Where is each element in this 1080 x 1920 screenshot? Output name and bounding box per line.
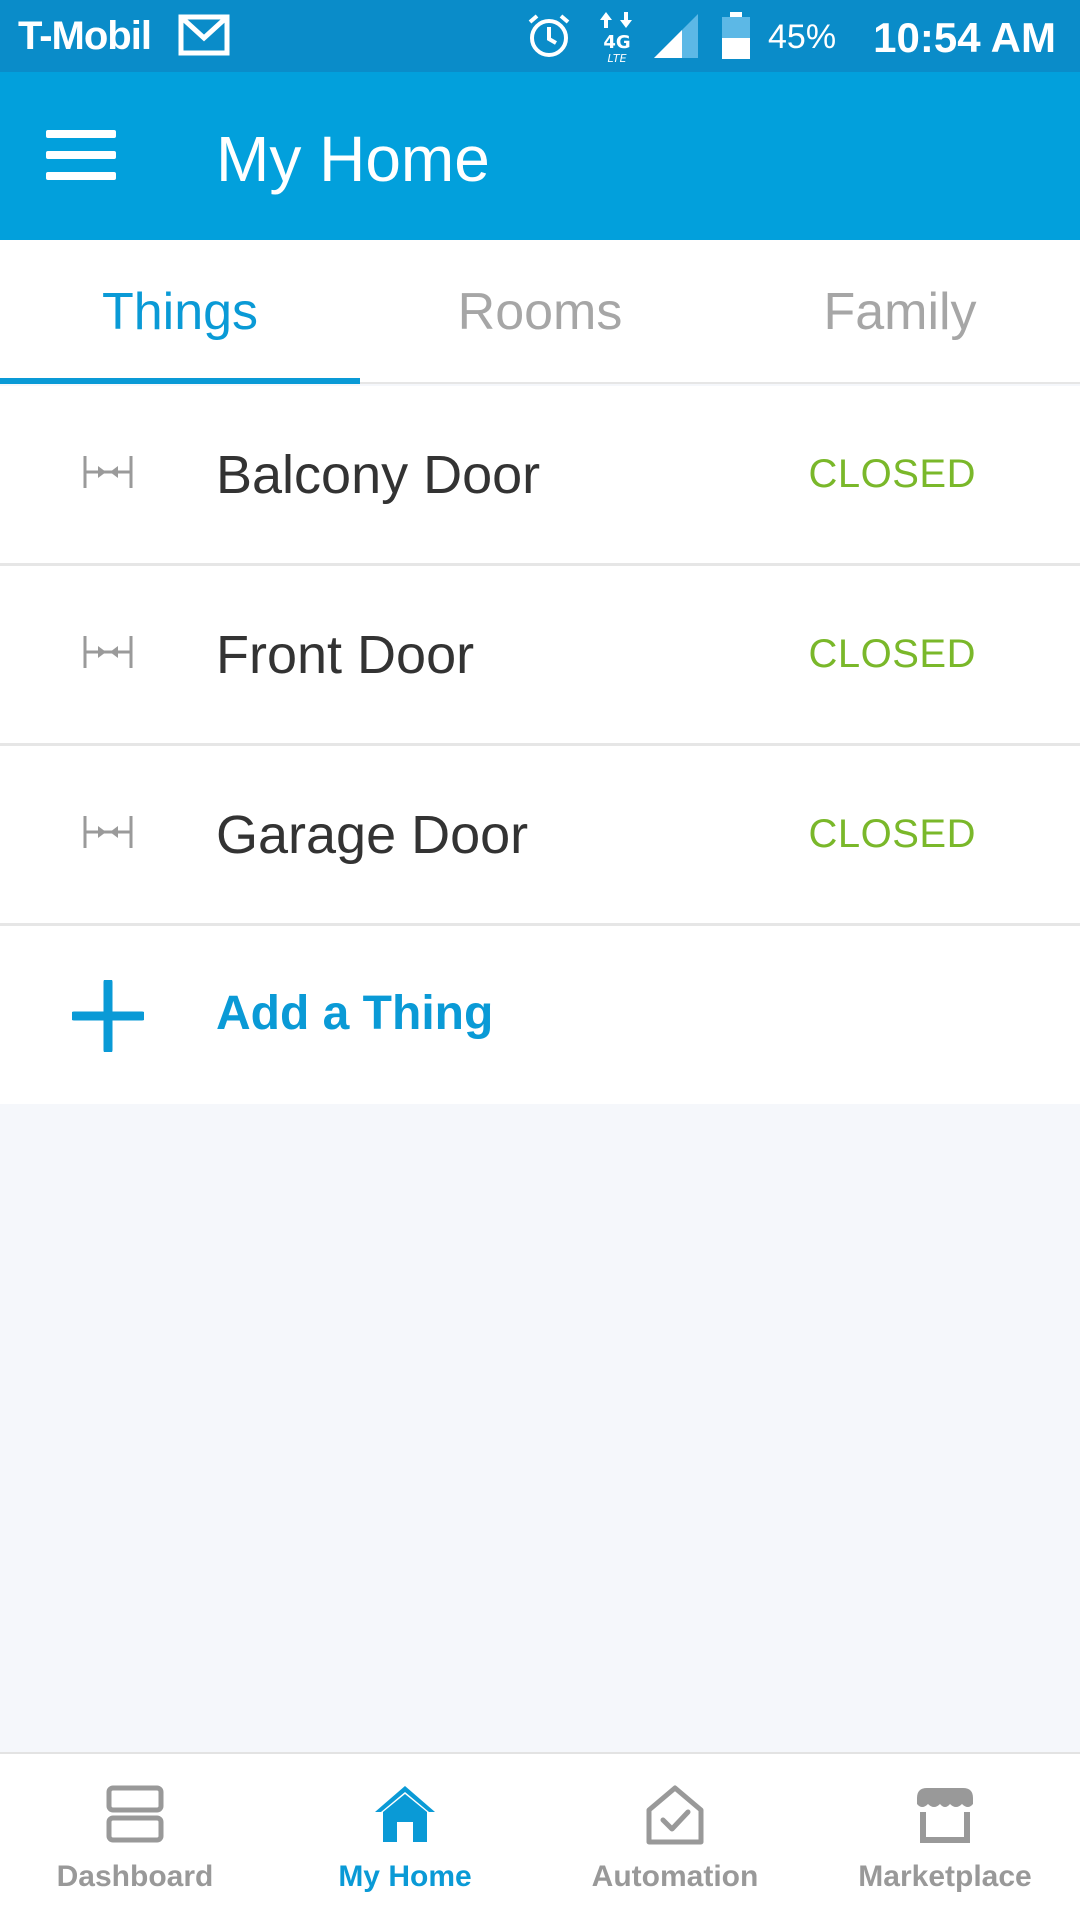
thing-status: CLOSED (808, 632, 976, 676)
things-list: Balcony Door CLOSED Front Door CLOSED Ga… (0, 386, 1080, 1104)
tab-bar: Things Rooms Family (0, 240, 1080, 384)
nav-label: Dashboard (56, 1860, 214, 1893)
automation-icon (646, 1785, 704, 1845)
nav-my-home[interactable]: My Home (270, 1754, 540, 1920)
clock: 10:54 AM (873, 14, 1056, 61)
door-sensor-icon (83, 456, 133, 488)
add-thing-label: Add a Thing (216, 987, 494, 1040)
thing-status: CLOSED (808, 812, 976, 856)
thing-name: Garage Door (216, 805, 529, 865)
nav-label: My Home (338, 1860, 472, 1893)
plus-icon (72, 980, 144, 1052)
list-item-front-door[interactable]: Front Door CLOSED (0, 566, 1080, 746)
list-item-garage-door[interactable]: Garage Door CLOSED (0, 746, 1080, 926)
list-item-balcony-door[interactable]: Balcony Door CLOSED (0, 386, 1080, 566)
active-tab-indicator (0, 378, 360, 384)
marketplace-icon (917, 1788, 973, 1843)
thing-name: Balcony Door (216, 445, 541, 505)
nav-marketplace[interactable]: Marketplace (810, 1754, 1080, 1920)
tab-things[interactable]: Things (0, 240, 360, 384)
home-icon (375, 1786, 435, 1842)
nav-label: Automation (591, 1860, 759, 1893)
carrier-name: T-Mobil (18, 14, 152, 58)
nav-dashboard[interactable]: Dashboard (0, 1754, 270, 1920)
door-sensor-icon (83, 636, 133, 668)
4g-lte-icon: 4G LTE (600, 12, 632, 64)
svg-text:LTE: LTE (607, 52, 626, 64)
thing-name: Front Door (216, 625, 475, 685)
tab-family[interactable]: Family (720, 240, 1080, 384)
app-bar: My Home (0, 72, 1080, 240)
thing-status: CLOSED (808, 452, 976, 496)
hamburger-menu-icon[interactable] (40, 124, 122, 186)
svg-text:4G: 4G (603, 32, 630, 53)
tab-rooms[interactable]: Rooms (360, 240, 720, 384)
dashboard-icon (106, 1785, 164, 1843)
page-title: My Home (216, 123, 490, 195)
door-sensor-icon (83, 816, 133, 848)
signal-icon (654, 14, 698, 58)
nav-automation[interactable]: Automation (540, 1754, 810, 1920)
add-thing-button[interactable]: Add a Thing (0, 926, 1080, 1104)
gmail-icon (178, 14, 230, 56)
nav-label: Marketplace (858, 1860, 1032, 1893)
status-bar: T-Mobil 4G LTE 45% 10:54 AM (0, 0, 1080, 72)
battery-percent: 45% (768, 18, 837, 56)
battery-icon (722, 12, 750, 59)
alarm-icon (528, 14, 570, 57)
bottom-navigation: Dashboard My Home Automation Marketplace (0, 1752, 1080, 1920)
